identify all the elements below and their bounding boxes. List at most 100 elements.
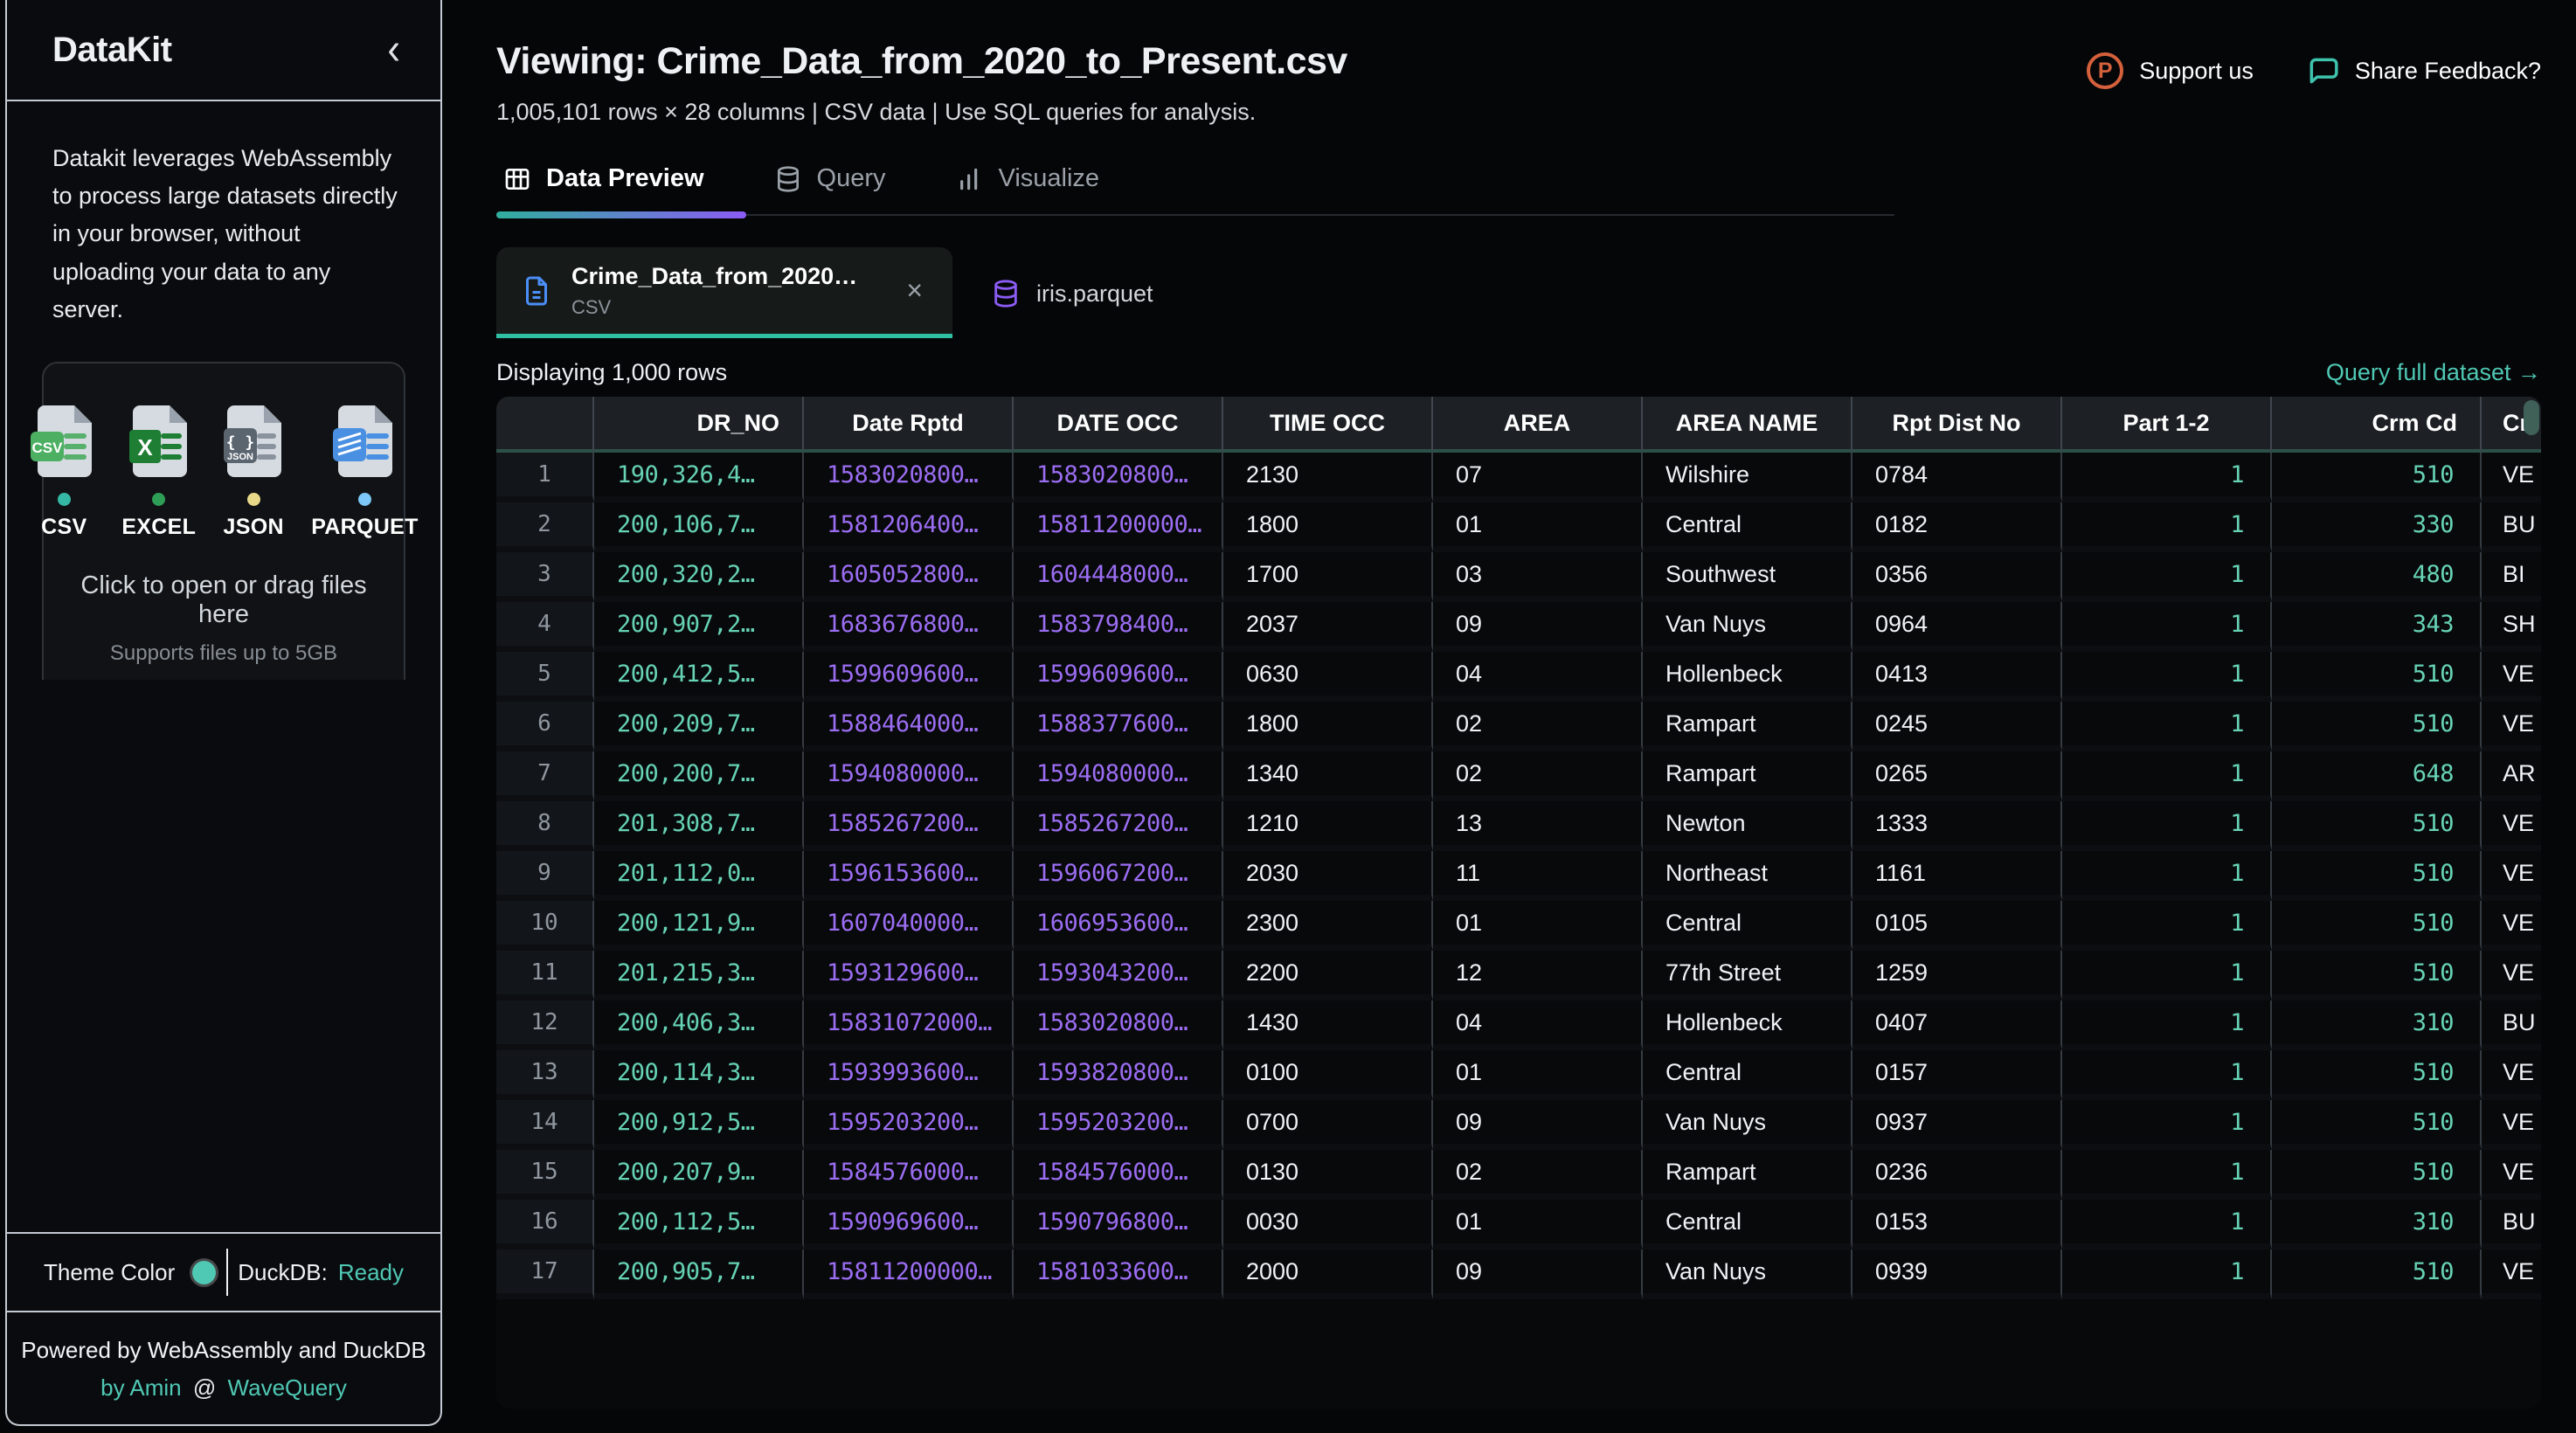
cell-time_occ: 0030 [1223,1200,1433,1250]
column-header-date_rptd[interactable]: Date Rptd [804,397,1014,453]
cell-area_name: Southwest [1643,552,1852,602]
query-full-dataset-link[interactable]: Query full dataset → [2326,359,2541,386]
cell-crm_cd: 510 [2272,851,2482,901]
share-feedback-button[interactable]: Share Feedback? [2306,54,2541,87]
cell-area_name: Rampart [1643,751,1852,801]
cell-part_1_2: 1 [2062,751,2272,801]
cell-date_rptd: 1605052800… [804,552,1014,602]
cell-area: 01 [1433,502,1643,552]
cell-crm_cd: 510 [2272,901,2482,951]
column-header-num[interactable] [496,397,594,453]
sidebar: DataKit ‹ Datakit leverages WebAssembly … [5,0,442,1426]
row-index: 11 [496,951,594,1000]
format-parquet: PARQUET [311,404,418,540]
tab-data-preview-label: Data Preview [546,164,704,193]
column-header-rpt_dist_no[interactable]: Rpt Dist No [1852,397,2062,453]
file-tab-crime-data[interactable]: Crime_Data_from_2020… CSV × [496,247,952,338]
cell-part_1_2: 1 [2062,951,2272,1000]
cell-crm_cd_desc: VE [2482,851,2541,901]
powered-by-text: Powered by WebAssembly and DuckDB [16,1337,432,1364]
main-content: Viewing: Crime_Data_from_2020_to_Present… [442,0,2576,1433]
cell-date_occ: 1585267200… [1014,801,1223,851]
sidebar-collapse-icon[interactable]: ‹ [387,28,400,73]
bar-chart-icon [956,165,984,193]
view-tabbar: Data Preview Query Visualize [496,159,1894,216]
cell-date_occ: 1583798400… [1014,602,1223,652]
cell-dr_no: 201,308,7… [594,801,804,851]
page-title: Viewing: Crime_Data_from_2020_to_Present… [496,40,1347,83]
cell-dr_no: 200,406,3… [594,1000,804,1050]
cell-time_occ: 0130 [1223,1150,1433,1200]
cell-crm_cd: 510 [2272,453,2482,502]
tab-visualize[interactable]: Visualize [949,159,1107,198]
cell-date_occ: 1593043200… [1014,951,1223,1000]
cell-area: 02 [1433,1150,1643,1200]
cell-time_occ: 2000 [1223,1250,1433,1299]
column-header-dr_no[interactable]: DR_NO [594,397,804,453]
close-file-tab-icon[interactable]: × [901,274,928,307]
cell-date_occ: 1581033600… [1014,1250,1223,1299]
cell-crm_cd: 310 [2272,1200,2482,1250]
table-row: 6200,209,7…1588464000…1588377600…180002R… [496,702,2541,751]
column-header-crm_cd[interactable]: Crm Cd [2272,397,2482,453]
cell-area: 02 [1433,702,1643,751]
cell-dr_no: 201,215,3… [594,951,804,1000]
cell-part_1_2: 1 [2062,1250,2272,1299]
sidebar-footer-status: Theme Color DuckDB: Ready [7,1232,440,1311]
tab-data-preview[interactable]: Data Preview [496,159,711,198]
cell-dr_no: 200,121,9… [594,901,804,951]
cell-part_1_2: 1 [2062,602,2272,652]
file-dropzone[interactable]: CSV CSV X [42,362,405,680]
app-description: Datakit leverages WebAssembly to process… [52,140,402,329]
row-index: 16 [496,1200,594,1250]
cell-crm_cd_desc: VE [2482,801,2541,851]
cell-part_1_2: 1 [2062,851,2272,901]
svg-text:JSON: JSON [227,452,253,462]
dataset-summary: 1,005,101 rows × 28 columns | CSV data |… [496,99,1347,126]
table-row: 14200,912,5…1595203200…1595203200…070009… [496,1100,2541,1150]
column-header-area_name[interactable]: AREA NAME [1643,397,1852,453]
cell-area_name: Van Nuys [1643,1250,1852,1299]
cell-date_occ: 1595203200… [1014,1100,1223,1150]
cell-crm_cd_desc: BU [2482,1000,2541,1050]
support-us-button[interactable]: P Support us [2087,52,2254,89]
cell-area: 04 [1433,652,1643,702]
tab-query[interactable]: Query [767,159,893,198]
cell-date_rptd: 1581206400… [804,502,1014,552]
cell-crm_cd: 510 [2272,1150,2482,1200]
cell-dr_no: 200,907,2… [594,602,804,652]
sidebar-header: DataKit ‹ [7,0,440,101]
credit-line: by Amin @ WaveQuery [16,1374,432,1402]
cell-crm_cd: 330 [2272,502,2482,552]
row-index: 14 [496,1100,594,1150]
cell-crm_cd: 510 [2272,1050,2482,1100]
cell-crm_cd: 343 [2272,602,2482,652]
cell-area: 02 [1433,751,1643,801]
vertical-scrollbar-thumb[interactable] [2524,400,2539,435]
cell-date_occ: 1590796800… [1014,1200,1223,1250]
row-index: 6 [496,702,594,751]
cell-date_rptd: 1588464000… [804,702,1014,751]
author-link[interactable]: by Amin [100,1374,182,1401]
column-header-date_occ[interactable]: DATE OCC [1014,397,1223,453]
cell-rpt_dist_no: 1333 [1852,801,2062,851]
cell-area: 04 [1433,1000,1643,1050]
cell-dr_no: 190,326,4… [594,453,804,502]
cell-time_occ: 1210 [1223,801,1433,851]
cell-date_rptd: 1595203200… [804,1100,1014,1150]
share-feedback-label: Share Feedback? [2355,58,2541,85]
cell-crm_cd_desc: AR [2482,751,2541,801]
cell-crm_cd_desc: VE [2482,1150,2541,1200]
cell-part_1_2: 1 [2062,1100,2272,1150]
column-header-time_occ[interactable]: TIME OCC [1223,397,1433,453]
file-tab-iris-label: iris.parquet [1036,280,1153,308]
svg-text:{ }: { } [226,433,255,452]
theme-color-swatch[interactable] [192,1261,216,1284]
table-row: 7200,200,7…1594080000…1594080000…134002R… [496,751,2541,801]
wavequery-link[interactable]: WaveQuery [228,1374,347,1401]
file-tab-iris[interactable]: iris.parquet [979,279,1162,338]
column-header-area[interactable]: AREA [1433,397,1643,453]
column-header-part_1_2[interactable]: Part 1-2 [2062,397,2272,453]
footer-vertical-divider [226,1249,228,1296]
file-tab-titles: Crime_Data_from_2020… CSV [571,263,857,319]
